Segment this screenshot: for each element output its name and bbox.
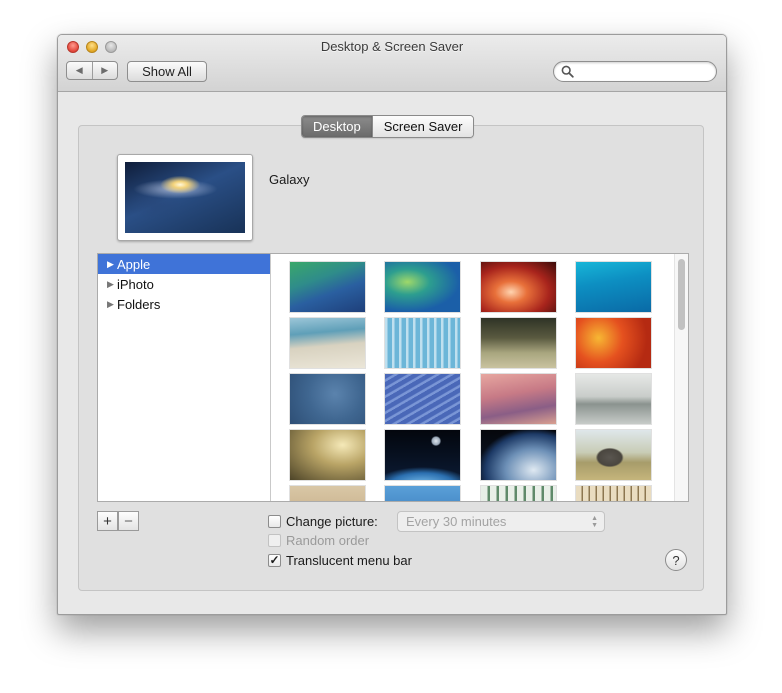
- source-list: ▶ Apple ▶ iPhoto ▶ Folders: [98, 254, 271, 501]
- change-picture-checkbox[interactable]: [268, 514, 281, 528]
- remove-folder-button[interactable]: −: [118, 511, 139, 531]
- wallpaper-thumbnail[interactable]: [290, 262, 365, 312]
- wallpaper-thumbnail[interactable]: [481, 374, 556, 424]
- wallpaper-thumbnail[interactable]: [481, 486, 556, 501]
- wallpaper-browser: ▶ Apple ▶ iPhoto ▶ Folders: [97, 253, 689, 502]
- wallpaper-thumbnail[interactable]: [290, 318, 365, 368]
- wallpaper-thumbnail[interactable]: [576, 374, 651, 424]
- current-wallpaper-preview: [117, 154, 253, 241]
- forward-arrow-icon[interactable]: ▶: [91, 62, 118, 79]
- search-field[interactable]: [553, 61, 717, 82]
- tab-screen-saver[interactable]: Screen Saver: [371, 116, 474, 137]
- change-picture-label: Change picture:: [286, 513, 378, 529]
- wallpaper-thumbnail[interactable]: [290, 374, 365, 424]
- change-picture-row: Change picture:: [268, 512, 378, 530]
- random-order-row: Random order: [268, 531, 369, 549]
- wallpaper-thumbnail[interactable]: [290, 430, 365, 480]
- wallpaper-thumbnail[interactable]: [481, 318, 556, 368]
- translucent-menu-bar-row: ✓ Translucent menu bar: [268, 551, 412, 569]
- disclosure-triangle-icon[interactable]: ▶: [107, 259, 117, 270]
- tab-desktop[interactable]: Desktop: [302, 116, 372, 137]
- popup-arrows-icon: ▲ ▼: [591, 515, 598, 529]
- source-item-folders[interactable]: ▶ Folders: [98, 294, 270, 314]
- wallpaper-thumbnail[interactable]: [290, 486, 365, 501]
- disclosure-triangle-icon[interactable]: ▶: [107, 279, 117, 290]
- grid-scrollbar[interactable]: [674, 254, 688, 501]
- show-all-button[interactable]: Show All: [127, 61, 207, 82]
- scroll-thumb[interactable]: [678, 259, 685, 330]
- search-icon: [561, 65, 574, 78]
- translucent-menu-bar-label: Translucent menu bar: [286, 552, 412, 568]
- source-label: iPhoto: [117, 276, 154, 292]
- wallpaper-grid: [271, 254, 673, 501]
- wallpaper-thumbnail[interactable]: [481, 262, 556, 312]
- back-arrow-icon[interactable]: ◀: [67, 62, 92, 79]
- window-title: Desktop & Screen Saver: [320, 39, 464, 54]
- wallpaper-thumbnail[interactable]: [576, 486, 651, 501]
- wallpaper-thumbnail[interactable]: [576, 430, 651, 480]
- random-order-label: Random order: [286, 532, 370, 548]
- help-button[interactable]: ?: [665, 549, 687, 571]
- wallpaper-thumbnail[interactable]: [385, 262, 460, 312]
- preferences-window: Desktop & Screen Saver ◀ ▶ Show All Desk…: [57, 34, 727, 615]
- wallpaper-thumbnail[interactable]: [385, 430, 460, 480]
- wallpaper-thumbnail[interactable]: [576, 318, 651, 368]
- wallpaper-thumbnail[interactable]: [385, 318, 460, 368]
- tab-bar: Desktop Screen Saver: [301, 115, 475, 138]
- wallpaper-thumbnail[interactable]: [385, 374, 460, 424]
- source-label: Folders: [117, 296, 161, 312]
- translucent-menu-bar-checkbox[interactable]: ✓: [268, 553, 281, 567]
- back-forward-control: ◀ ▶: [66, 61, 118, 80]
- galaxy-image: [125, 162, 245, 233]
- wallpaper-thumbnail[interactable]: [481, 430, 556, 480]
- wallpaper-thumbnail[interactable]: [576, 262, 651, 312]
- random-order-checkbox: [268, 533, 281, 547]
- interval-popup: Every 30 minutes ▲ ▼: [397, 511, 605, 532]
- interval-value: Every 30 minutes: [406, 514, 507, 529]
- wallpaper-thumbnail[interactable]: [385, 486, 460, 501]
- title-bar: Desktop & Screen Saver ◀ ▶ Show All: [58, 35, 726, 92]
- source-label: Apple: [117, 256, 151, 272]
- add-folder-button[interactable]: +: [97, 511, 118, 531]
- wallpaper-name: Galaxy: [269, 172, 310, 187]
- source-item-iphoto[interactable]: ▶ iPhoto: [98, 274, 270, 294]
- disclosure-triangle-icon[interactable]: ▶: [107, 299, 117, 310]
- source-item-apple[interactable]: ▶ Apple: [98, 254, 270, 274]
